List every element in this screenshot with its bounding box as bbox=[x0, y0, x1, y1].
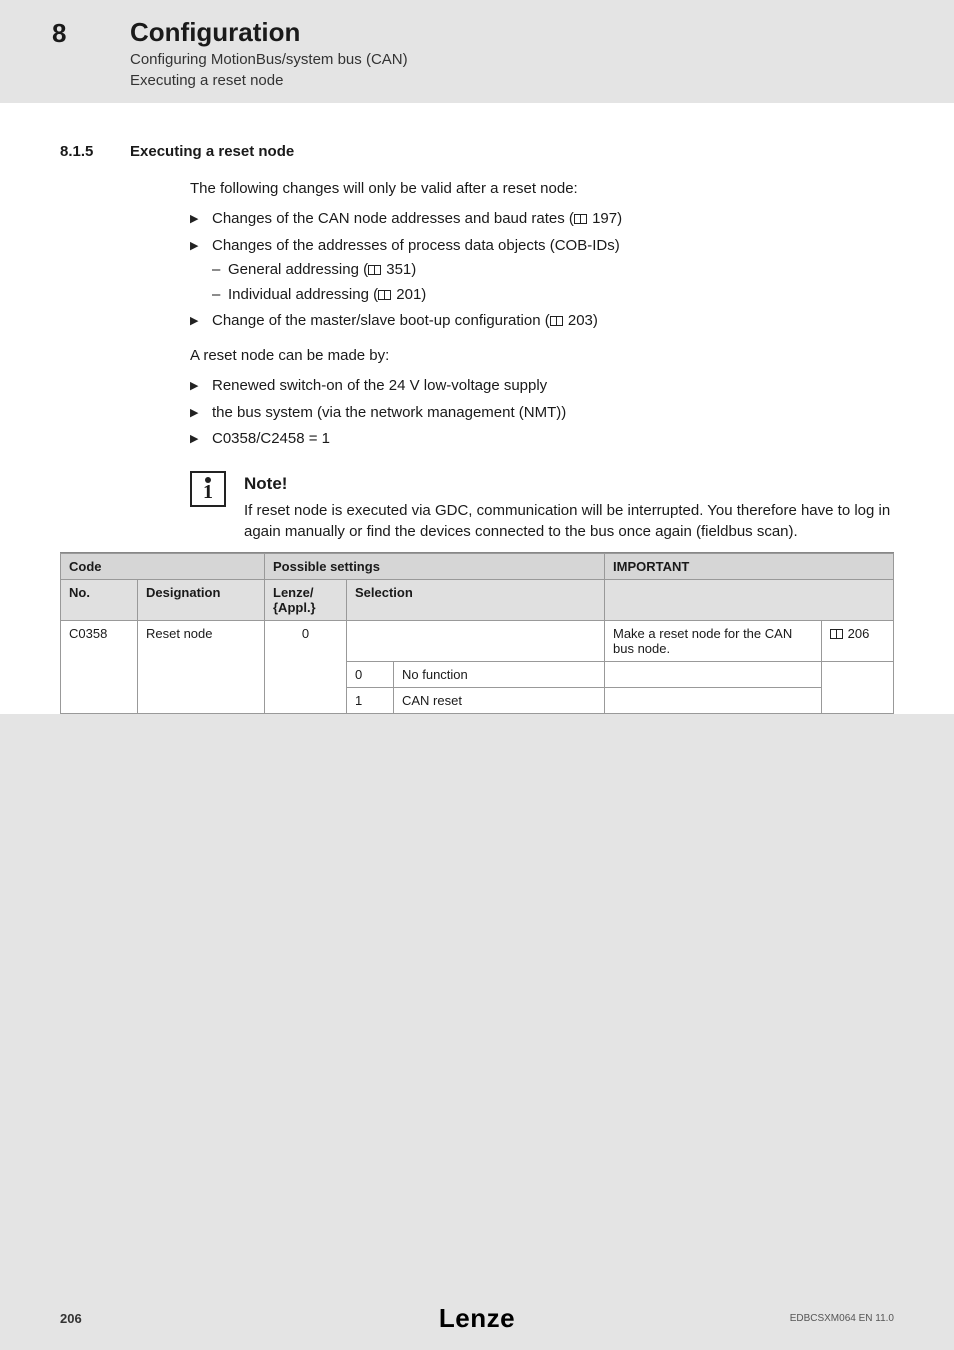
cell-empty bbox=[605, 688, 822, 714]
th-possible: Possible settings bbox=[265, 554, 605, 580]
th-selection: Selection bbox=[347, 580, 605, 621]
note-title: Note! bbox=[244, 471, 894, 497]
bullet-c0358: C0358/C2458 = 1 bbox=[190, 428, 894, 451]
cell-ref: 206 bbox=[822, 621, 894, 662]
page-ref: 203) bbox=[550, 312, 598, 329]
page-ref: 351) bbox=[368, 261, 416, 278]
page-ref: 201) bbox=[378, 286, 426, 303]
reset-intro-text: A reset node can be made by: bbox=[190, 345, 894, 368]
page-ref-num: 197) bbox=[588, 210, 622, 227]
section-number: 8.1.5 bbox=[60, 143, 130, 160]
info-icon: 1 bbox=[190, 471, 226, 507]
chapter-titles: Configuration Configuring MotionBus/syst… bbox=[130, 18, 408, 89]
chapter-subtitle-1: Configuring MotionBus/system bus (CAN) bbox=[130, 51, 408, 68]
cell-empty bbox=[822, 662, 894, 714]
th-lenze: Lenze/ {Appl.} bbox=[265, 580, 347, 621]
cell-sel1-code: 1 bbox=[347, 688, 394, 714]
doc-reference: EDBCSXM064 EN 11.0 bbox=[790, 1313, 894, 1324]
section-heading: 8.1.5 Executing a reset node bbox=[60, 143, 894, 160]
page-footer: 206 Lenze EDBCSXM064 EN 11.0 bbox=[0, 1311, 954, 1326]
bullet-text: Changes of the addresses of process data… bbox=[212, 237, 620, 254]
chapter-subtitle-2: Executing a reset node bbox=[130, 72, 408, 89]
page-ref-num: 203) bbox=[564, 312, 598, 329]
book-icon bbox=[550, 316, 563, 326]
cell-empty bbox=[605, 662, 822, 688]
page-ref-num: 206 bbox=[844, 626, 869, 641]
book-icon bbox=[574, 214, 587, 224]
bullet-renewed-switch: Renewed switch-on of the 24 V low-voltag… bbox=[190, 375, 894, 398]
page-ref-num: 201) bbox=[392, 286, 426, 303]
bullet-cob-ids: Changes of the addresses of process data… bbox=[190, 235, 894, 307]
page-ref: 206 bbox=[830, 626, 869, 641]
chapter-header: 8 Configuration Configuring MotionBus/sy… bbox=[0, 0, 954, 103]
page-ref: 197) bbox=[574, 210, 622, 227]
th-code: Code bbox=[61, 554, 265, 580]
cell-lenze: 0 bbox=[265, 621, 347, 714]
th-important-empty bbox=[605, 580, 894, 621]
lenze-logo: Lenze bbox=[439, 1303, 515, 1334]
cell-no: C0358 bbox=[61, 621, 138, 714]
chapter-number: 8 bbox=[0, 18, 130, 49]
bullet-can-addresses: Changes of the CAN node addresses and ba… bbox=[190, 208, 894, 231]
bullet-nmt: the bus system (via the network manageme… bbox=[190, 402, 894, 425]
th-no: No. bbox=[61, 580, 138, 621]
cell-selection-empty bbox=[347, 621, 605, 662]
page-number: 206 bbox=[60, 1311, 82, 1326]
cell-sel1-text: CAN reset bbox=[394, 688, 605, 714]
cell-sel0-text: No function bbox=[394, 662, 605, 688]
book-icon bbox=[830, 629, 843, 639]
th-important: IMPORTANT bbox=[605, 554, 894, 580]
chapter-title: Configuration bbox=[130, 18, 408, 47]
th-designation: Designation bbox=[138, 580, 265, 621]
book-icon bbox=[368, 265, 381, 275]
changes-list: Changes of the CAN node addresses and ba… bbox=[190, 208, 894, 333]
bullet-text: Changes of the CAN node addresses and ba… bbox=[212, 210, 574, 227]
cell-designation: Reset node bbox=[138, 621, 265, 714]
bullet-master-slave: Change of the master/slave boot-up confi… bbox=[190, 310, 894, 333]
note-block: 1 Note! If reset node is executed via GD… bbox=[190, 471, 894, 543]
reset-methods-list: Renewed switch-on of the 24 V low-voltag… bbox=[190, 375, 894, 451]
dash-general-addressing: General addressing ( 351) bbox=[212, 259, 894, 282]
dash-individual-addressing: Individual addressing ( 201) bbox=[212, 284, 894, 307]
cell-important: Make a reset node for the CAN bus node. bbox=[605, 621, 822, 662]
book-icon bbox=[378, 290, 391, 300]
bullet-text: Change of the master/slave boot-up confi… bbox=[212, 312, 550, 329]
dash-text: General addressing ( bbox=[228, 261, 368, 278]
code-table: Code Possible settings IMPORTANT No. Des… bbox=[60, 553, 894, 714]
section-title: Executing a reset node bbox=[130, 143, 294, 160]
dash-text: Individual addressing ( bbox=[228, 286, 378, 303]
note-text: If reset node is executed via GDC, commu… bbox=[244, 500, 894, 542]
intro-text: The following changes will only be valid… bbox=[190, 178, 894, 201]
page-ref-num: 351) bbox=[382, 261, 416, 278]
cell-sel0-code: 0 bbox=[347, 662, 394, 688]
